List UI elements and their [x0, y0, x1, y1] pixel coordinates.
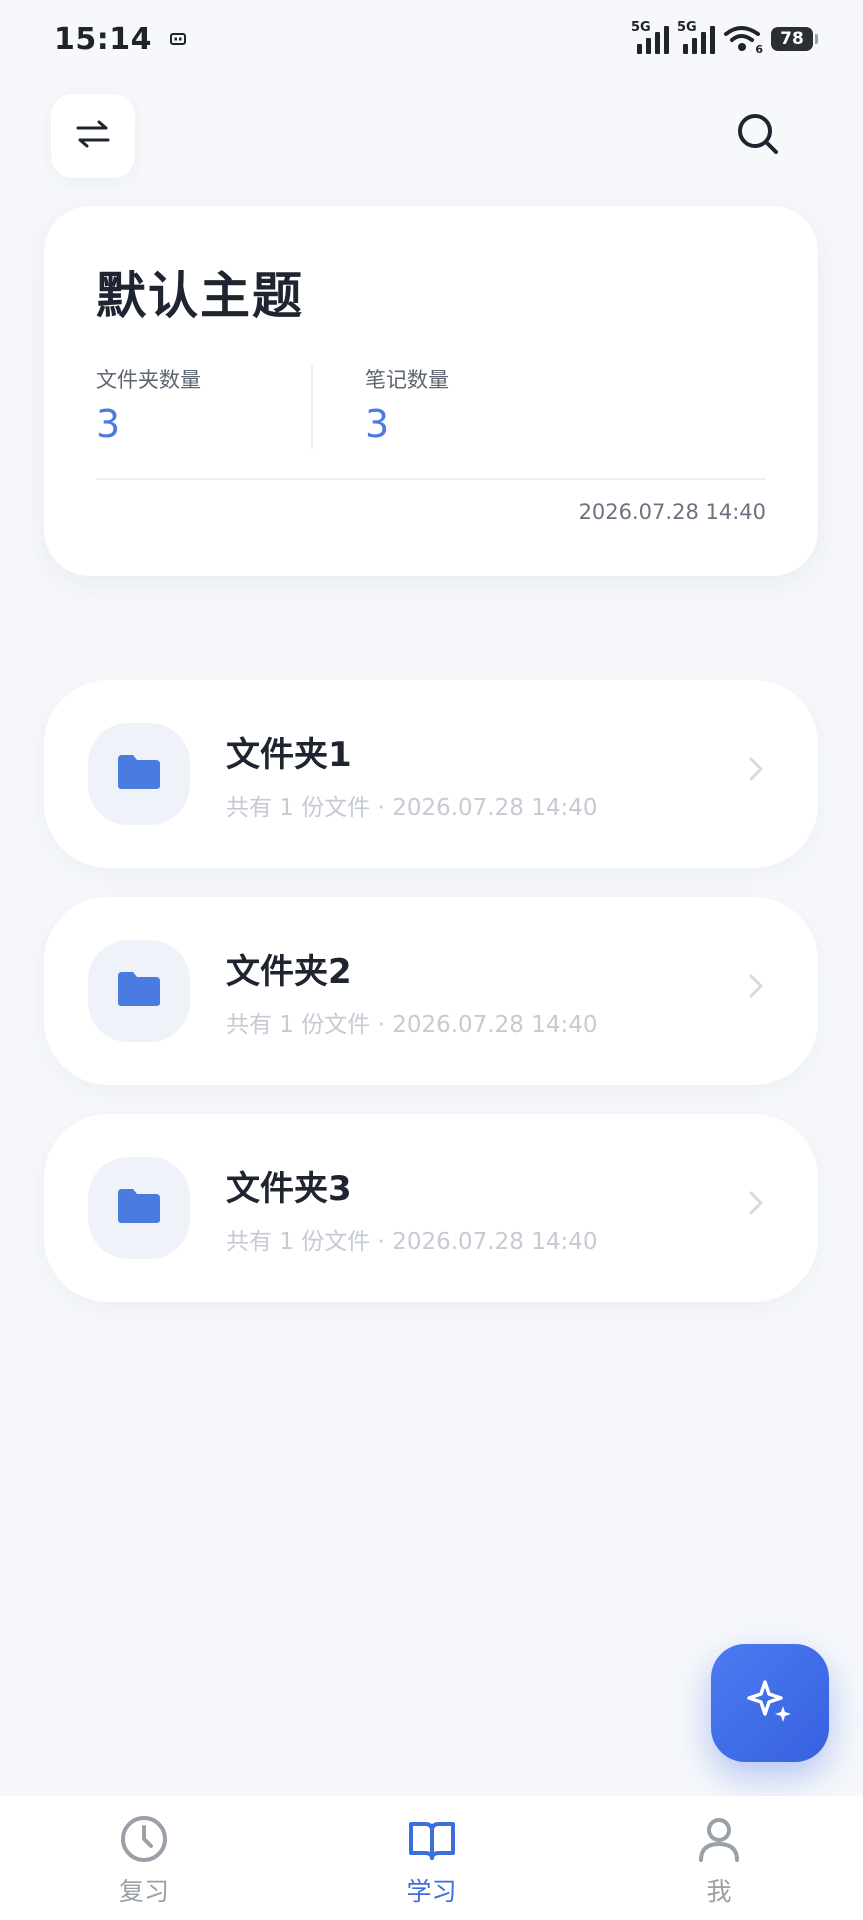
- folder-icon: [116, 1187, 162, 1229]
- nav-label-me: 我: [706, 1877, 732, 1906]
- topic-title: 默认主题: [96, 267, 304, 325]
- folder-meta: 共有 1 份文件 · 2026.07.28 14:40: [226, 1011, 598, 1038]
- book-open-icon: [407, 1814, 457, 1868]
- clock-icon: [119, 1814, 169, 1868]
- folder-name: 文件夹2: [226, 951, 352, 992]
- folder-count-label: 文件夹数量: [96, 368, 201, 392]
- sparkle-icon: [743, 1674, 797, 1732]
- folder-name: 文件夹3: [226, 1168, 352, 1209]
- folder-count-value: 3: [96, 402, 121, 446]
- chevron-right-icon: [748, 756, 764, 786]
- nav-item-me[interactable]: 我: [645, 1796, 793, 1920]
- nav-label-study: 学习: [406, 1877, 457, 1906]
- user-icon: [694, 1814, 744, 1868]
- folder-icon-container: [88, 723, 190, 825]
- folder-meta: 共有 1 份文件 · 2026.07.28 14:40: [226, 794, 598, 821]
- note-count-value: 3: [365, 402, 390, 446]
- notification-icon: [170, 30, 186, 49]
- note-count-stat: 笔记数量 3: [311, 364, 611, 450]
- battery-indicator: 78: [771, 27, 818, 51]
- nav-label-review: 复习: [118, 1877, 169, 1906]
- cell-signal-icon: 5G: [631, 20, 669, 54]
- folder-text: 文件夹3 共有 1 份文件 · 2026.07.28 14:40: [226, 1161, 597, 1256]
- chevron-right-icon: [748, 973, 764, 1003]
- folder-count-stat: 文件夹数量 3: [96, 364, 311, 450]
- search-icon: [734, 110, 782, 162]
- folder-item-2[interactable]: 文件夹2 共有 1 份文件 · 2026.07.28 14:40: [44, 897, 818, 1085]
- status-left: 15:14: [54, 22, 186, 57]
- ai-assistant-fab[interactable]: [711, 1644, 829, 1762]
- wifi-label: 6: [755, 43, 763, 56]
- chevron-right-icon: [748, 1190, 764, 1220]
- folder-icon-container: [88, 1157, 190, 1259]
- status-right: 5G 5G 6 78: [631, 20, 818, 56]
- folder-name: 文件夹1: [226, 734, 352, 775]
- search-button[interactable]: [730, 108, 786, 164]
- card-divider: [96, 478, 766, 480]
- folder-icon-container: [88, 940, 190, 1042]
- folder-item-1[interactable]: 文件夹1 共有 1 份文件 · 2026.07.28 14:40: [44, 680, 818, 868]
- cell-signal-icon-2: 5G: [677, 20, 715, 54]
- folder-meta: 共有 1 份文件 · 2026.07.28 14:40: [226, 1228, 598, 1255]
- folder-item-3[interactable]: 文件夹3 共有 1 份文件 · 2026.07.28 14:40: [44, 1114, 818, 1302]
- note-count-label: 笔记数量: [365, 368, 449, 392]
- status-time: 15:14: [54, 21, 152, 57]
- folder-list: 文件夹1 共有 1 份文件 · 2026.07.28 14:40 文件夹2 共有…: [44, 680, 818, 1331]
- swap-arrows-icon: [74, 119, 112, 153]
- wifi-icon: 6: [723, 24, 763, 56]
- topic-card[interactable]: 默认主题 文件夹数量 3 笔记数量 3 2026.07.28 14:40: [44, 206, 818, 576]
- switch-topic-button[interactable]: [51, 94, 135, 178]
- folder-text: 文件夹1 共有 1 份文件 · 2026.07.28 14:40: [226, 727, 597, 822]
- topic-updated-time: 2026.07.28 14:40: [578, 500, 766, 524]
- nav-item-study[interactable]: 学习: [358, 1796, 506, 1920]
- nav-item-review[interactable]: 复习: [70, 1796, 218, 1920]
- bottom-nav: 复习 学习 我: [0, 1796, 863, 1920]
- status-bar: 15:14 5G 5G 6 78: [0, 0, 863, 78]
- topic-stats: 文件夹数量 3 笔记数量 3: [96, 364, 766, 450]
- folder-icon: [116, 970, 162, 1012]
- folder-icon: [116, 753, 162, 795]
- folder-text: 文件夹2 共有 1 份文件 · 2026.07.28 14:40: [226, 944, 597, 1039]
